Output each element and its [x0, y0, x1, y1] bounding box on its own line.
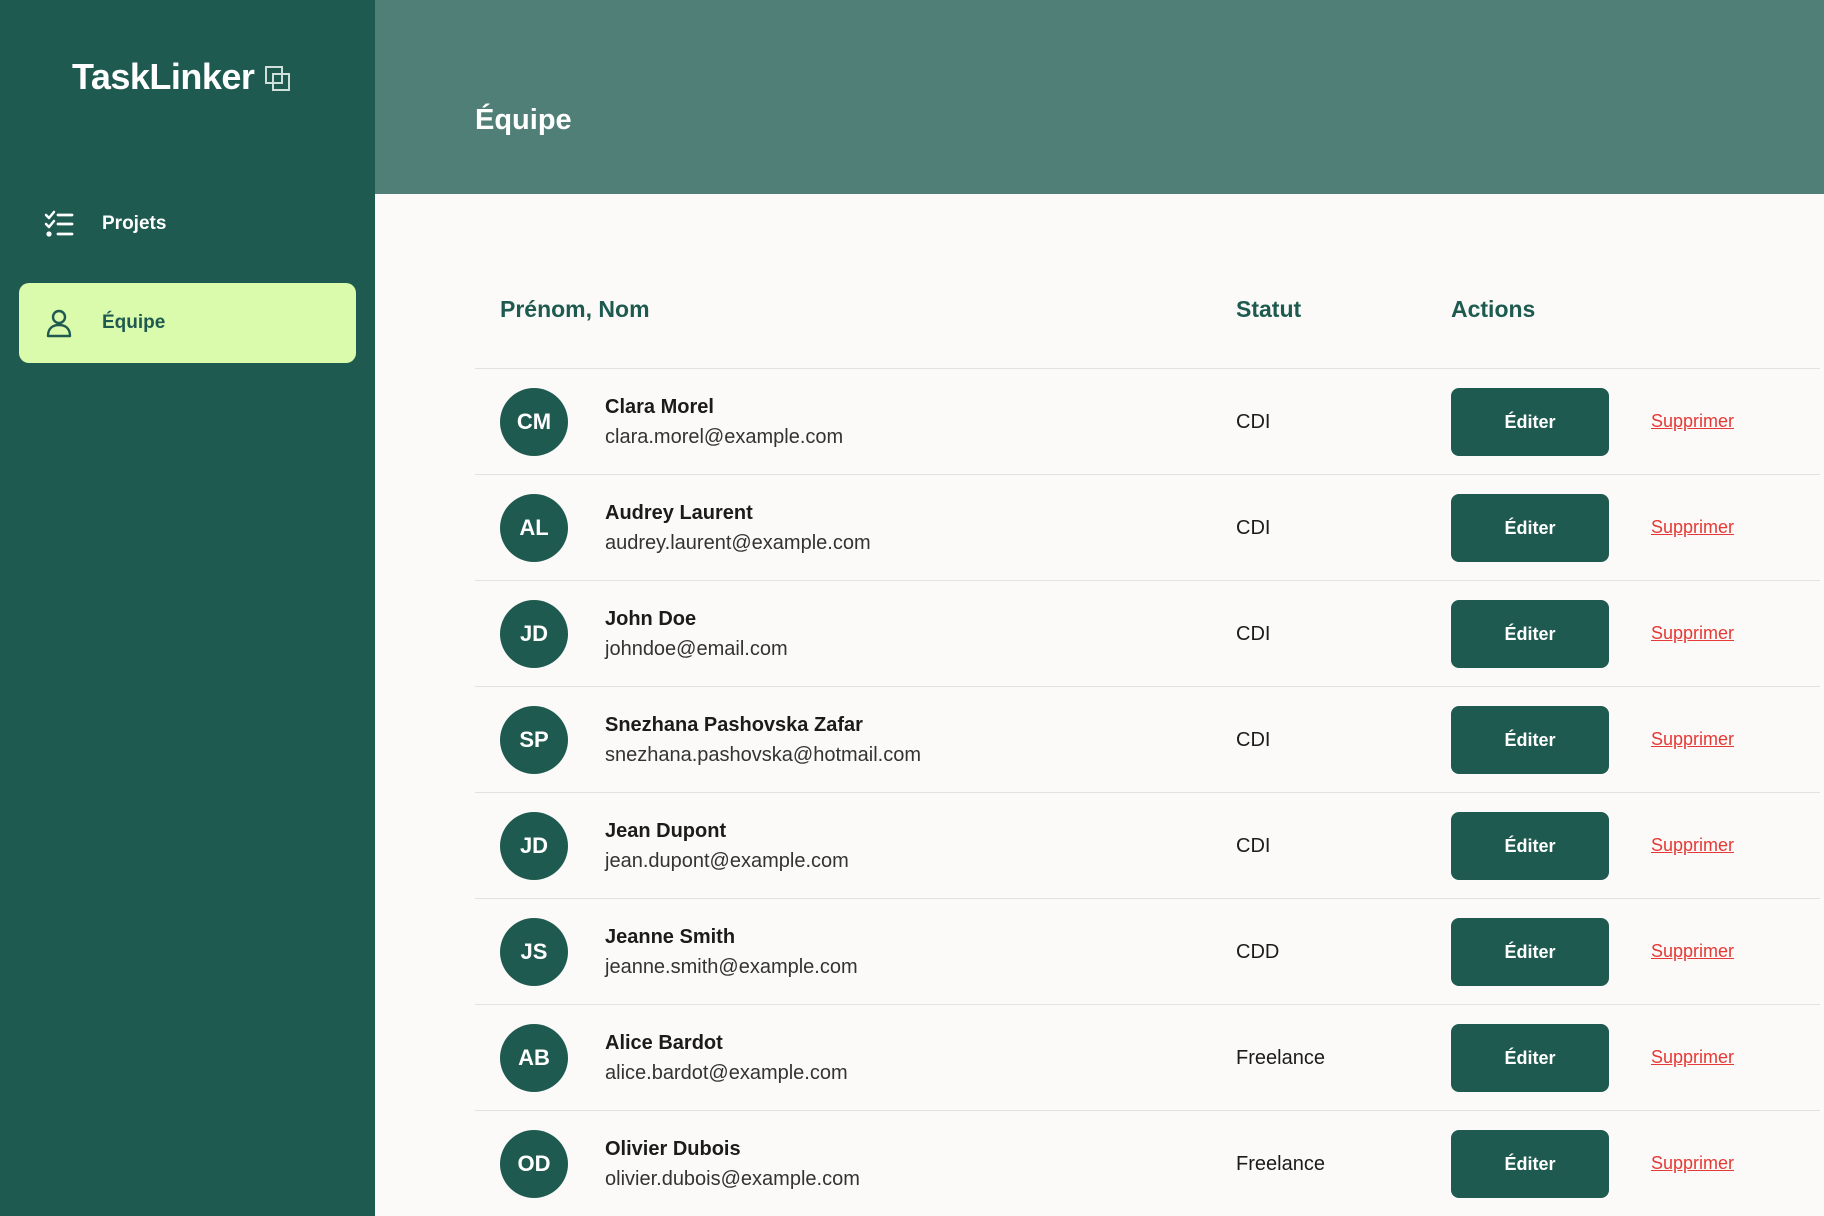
team-table: Prénom, Nom Statut Actions CM Clara More… [475, 270, 1820, 1216]
logo-text: TaskLinker [72, 56, 255, 97]
checklist-icon [43, 208, 75, 240]
avatar: SP [500, 706, 568, 774]
avatar: AB [500, 1024, 568, 1092]
avatar: CM [500, 388, 568, 456]
avatar: JS [500, 918, 568, 986]
member-name: Audrey Laurent [605, 502, 753, 524]
member-name: Alice Bardot [605, 1032, 723, 1054]
member-status: Freelance [1236, 1153, 1325, 1175]
table-row: OD Olivier Dubois olivier.dubois@example… [475, 1111, 1820, 1216]
app-root: TaskLinker Projets Équipe Équipe Prénom,… [0, 0, 1824, 1216]
member-email: jeanne.smith@example.com [605, 956, 858, 978]
member-email: alice.bardot@example.com [605, 1062, 848, 1084]
edit-button[interactable]: Éditer [1451, 494, 1609, 562]
delete-link[interactable]: Supprimer [1651, 941, 1734, 962]
page-title: Équipe [475, 104, 572, 136]
table-row: AB Alice Bardot alice.bardot@example.com… [475, 1005, 1820, 1111]
member-name: John Doe [605, 608, 697, 630]
user-icon [43, 307, 75, 339]
delete-link[interactable]: Supprimer [1651, 411, 1734, 432]
member-name: Snezhana Pashovska Zafar [605, 714, 863, 736]
member-status: CDD [1236, 941, 1280, 963]
table-row: JD Jean Dupont jean.dupont@example.com C… [475, 793, 1820, 899]
edit-button[interactable]: Éditer [1451, 388, 1609, 456]
page-header: Équipe [375, 0, 1824, 194]
member-status: CDI [1236, 411, 1271, 433]
edit-button[interactable]: Éditer [1451, 1130, 1609, 1198]
member-status: CDI [1236, 835, 1271, 857]
table-row: CM Clara Morel clara.morel@example.com C… [475, 369, 1820, 475]
logo-squares-icon [264, 65, 292, 93]
delete-link[interactable]: Supprimer [1651, 835, 1734, 856]
delete-link[interactable]: Supprimer [1651, 1153, 1734, 1174]
delete-link[interactable]: Supprimer [1651, 623, 1734, 644]
avatar: OD [500, 1130, 568, 1198]
member-email: olivier.dubois@example.com [605, 1168, 860, 1190]
member-name: Jean Dupont [605, 820, 727, 842]
delete-link[interactable]: Supprimer [1651, 1047, 1734, 1068]
column-header-name: Prénom, Nom [500, 296, 650, 322]
edit-button[interactable]: Éditer [1451, 1024, 1609, 1092]
sidebar-item-projets[interactable]: Projets [19, 184, 356, 264]
table-row: AL Audrey Laurent audrey.laurent@example… [475, 475, 1820, 581]
table-row: JS Jeanne Smith jeanne.smith@example.com… [475, 899, 1820, 1005]
edit-button[interactable]: Éditer [1451, 918, 1609, 986]
sidebar: TaskLinker Projets Équipe [0, 0, 375, 1216]
member-email: jean.dupont@example.com [605, 850, 849, 872]
sidebar-item-equipe[interactable]: Équipe [19, 283, 356, 363]
sidebar-item-label: Équipe [102, 312, 166, 333]
table-row: SP Snezhana Pashovska Zafar snezhana.pas… [475, 687, 1820, 793]
column-header-status: Statut [1236, 296, 1302, 322]
member-name: Clara Morel [605, 396, 714, 418]
member-name: Olivier Dubois [605, 1138, 741, 1160]
member-name: Jeanne Smith [605, 926, 736, 948]
member-status: CDI [1236, 623, 1271, 645]
table-row: JD John Doe johndoe@email.com CDI Éditer… [475, 581, 1820, 687]
edit-button[interactable]: Éditer [1451, 706, 1609, 774]
member-status: CDI [1236, 729, 1271, 751]
avatar: JD [500, 812, 568, 880]
member-email: clara.morel@example.com [605, 426, 844, 448]
column-header-actions: Actions [1451, 296, 1536, 322]
member-status: CDI [1236, 517, 1271, 539]
member-email: audrey.laurent@example.com [605, 532, 871, 554]
avatar: JD [500, 600, 568, 668]
logo[interactable]: TaskLinker [72, 56, 292, 98]
table-header: Prénom, Nom Statut Actions [475, 270, 1820, 369]
avatar: AL [500, 494, 568, 562]
member-status: Freelance [1236, 1047, 1325, 1069]
delete-link[interactable]: Supprimer [1651, 517, 1734, 538]
edit-button[interactable]: Éditer [1451, 600, 1609, 668]
edit-button[interactable]: Éditer [1451, 812, 1609, 880]
member-email: johndoe@email.com [605, 638, 788, 660]
sidebar-item-label: Projets [102, 213, 167, 234]
member-email: snezhana.pashovska@hotmail.com [605, 744, 922, 766]
delete-link[interactable]: Supprimer [1651, 729, 1734, 750]
